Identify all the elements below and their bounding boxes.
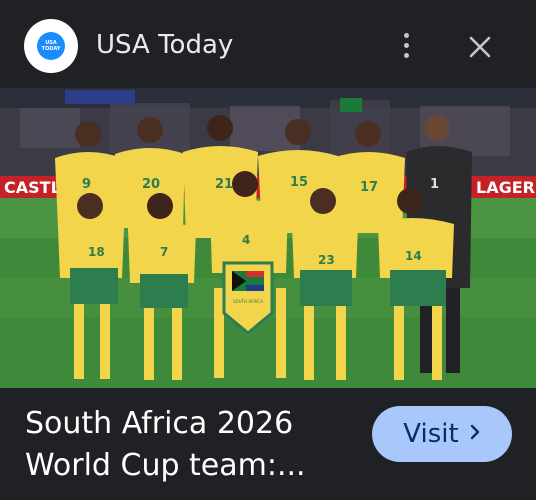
usa-today-logo[interactable]: USA TODAY	[24, 19, 78, 73]
article-title-line-1: South Africa 2026	[25, 406, 294, 441]
svg-text:20: 20	[142, 177, 160, 192]
pennant-text: SOUTH AFRICA	[233, 299, 263, 304]
svg-text:21: 21	[215, 177, 233, 192]
svg-text:7: 7	[160, 245, 168, 259]
more-vert-icon[interactable]	[392, 28, 420, 62]
visit-label: Visit	[403, 419, 459, 449]
usa-today-logo-mark: USA TODAY	[37, 32, 65, 60]
visit-button[interactable]: Visit	[372, 406, 512, 462]
svg-text:4: 4	[242, 233, 250, 247]
google-discover-card: USA TODAY USA Today CASTLE LAGER 9 20 21…	[0, 0, 536, 500]
svg-text:1: 1	[430, 177, 439, 192]
close-icon[interactable]	[462, 29, 498, 65]
card-header: USA TODAY USA Today	[0, 0, 536, 88]
team-photo[interactable]: CASTLE LAGER 9 20 21 15 17 1 18 7 4 23 1…	[0, 88, 536, 388]
svg-text:9: 9	[82, 177, 91, 192]
svg-text:14: 14	[405, 249, 422, 263]
svg-text:17: 17	[360, 180, 378, 195]
article-title-line-2: World Cup team:...	[25, 448, 306, 483]
article-title[interactable]: South Africa 2026 World Cup team:...	[25, 403, 355, 487]
chevron-right-icon	[469, 423, 481, 445]
banner-right: LAGER	[476, 178, 535, 197]
svg-text:18: 18	[88, 245, 105, 259]
source-name[interactable]: USA Today	[96, 28, 233, 62]
svg-text:15: 15	[290, 175, 308, 190]
svg-text:23: 23	[318, 253, 335, 267]
